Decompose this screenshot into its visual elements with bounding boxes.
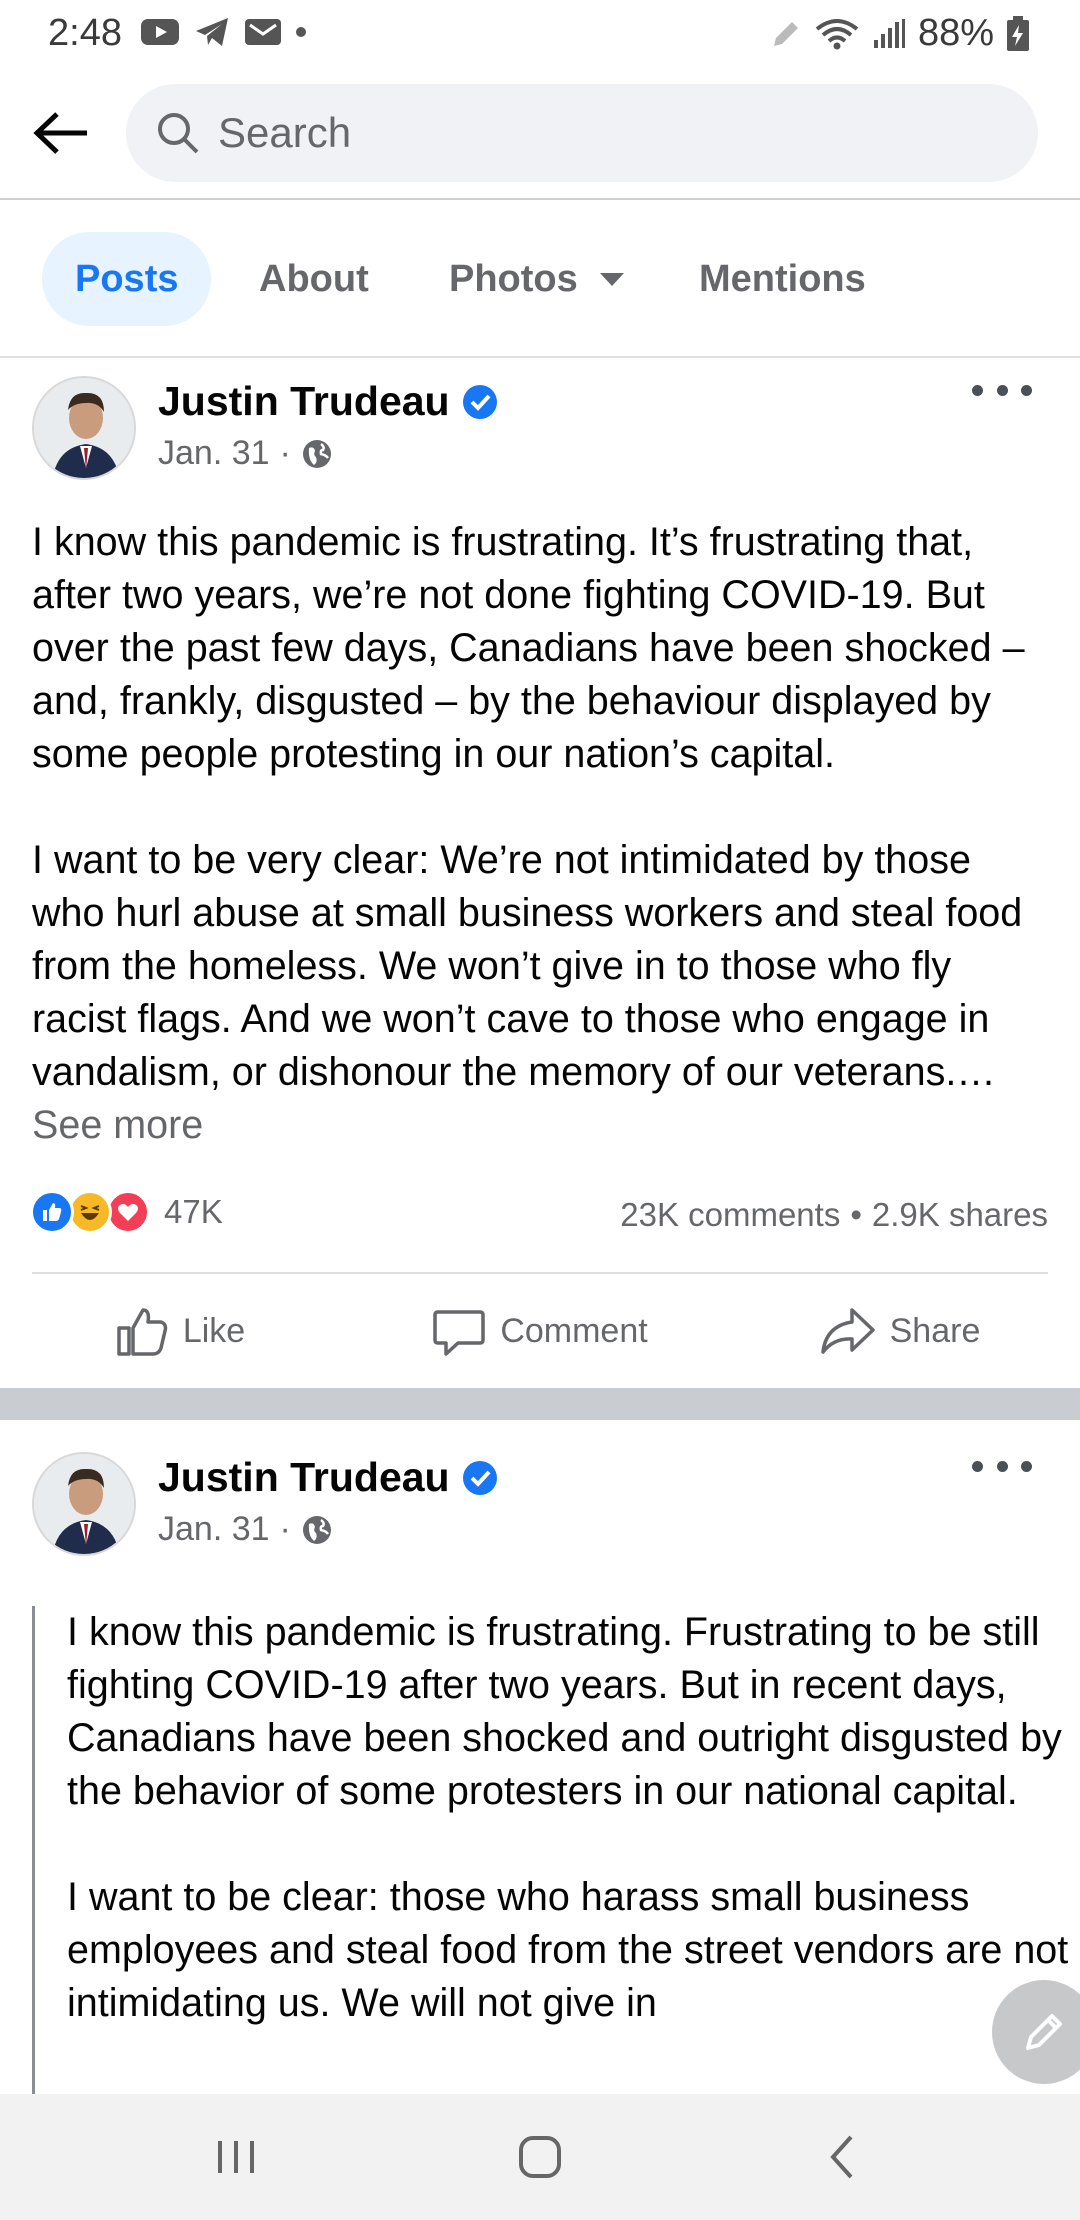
- post-meta: Jan. 31 ·: [158, 434, 333, 473]
- battery-icon: [1007, 15, 1029, 51]
- reaction-summary[interactable]: 47K: [30, 1190, 223, 1234]
- post-paragraph-last: I want to be very clear: We’re not intim…: [32, 834, 1052, 1152]
- youtube-icon: [141, 19, 179, 45]
- avatar[interactable]: [32, 376, 136, 480]
- see-more-link[interactable]: See more: [32, 1103, 203, 1147]
- dot: [972, 384, 983, 396]
- post-date[interactable]: Jan. 31: [158, 1510, 270, 1549]
- pen-icon: [773, 21, 798, 46]
- post-meta: Jan. 31 ·: [158, 1510, 333, 1549]
- tab-label: Photos: [449, 257, 578, 300]
- back-nav-button[interactable]: [802, 2124, 882, 2190]
- comments-count[interactable]: 23K comments: [620, 1196, 840, 1234]
- shares-count[interactable]: 2.9K shares: [872, 1196, 1048, 1234]
- search-icon: [158, 113, 199, 154]
- feed-separator: [0, 1388, 1080, 1420]
- like-button[interactable]: Like: [0, 1276, 360, 1386]
- globe-icon: [302, 1515, 331, 1544]
- profile-tabs: Posts About Photos Mentions: [0, 200, 1080, 358]
- tab-label: Posts: [75, 257, 179, 300]
- quote-paragraph: I know this pandemic is frustrating. Fru…: [67, 1610, 1062, 1813]
- caret-down-icon: [599, 272, 624, 286]
- comment-button[interactable]: Comment: [360, 1276, 720, 1386]
- tab-about[interactable]: About: [226, 232, 402, 326]
- engagement-counts: 23K comments • 2.9K shares: [620, 1196, 1048, 1234]
- dot: [972, 1460, 983, 1472]
- action-bar: Like Comment Share: [0, 1276, 1080, 1386]
- system-nav-bar: [0, 2094, 1080, 2220]
- battery-percent: 88%: [917, 12, 994, 54]
- search-input[interactable]: [218, 109, 978, 157]
- meta-separator: ·: [279, 434, 291, 472]
- mail-icon: [245, 19, 281, 45]
- header: [0, 66, 1080, 200]
- system-icons: 88%: [770, 12, 1030, 55]
- author-name[interactable]: Justin Trudeau: [158, 378, 450, 425]
- home-icon: [519, 2136, 561, 2178]
- tab-photos[interactable]: Photos: [416, 232, 657, 326]
- author-name[interactable]: Justin Trudeau: [158, 1454, 450, 1501]
- share-label: Share: [889, 1311, 981, 1350]
- recent-apps-icon: [218, 2141, 254, 2173]
- pencil-icon: [1026, 2014, 1062, 2050]
- tab-mentions[interactable]: Mentions: [666, 232, 899, 326]
- back-button[interactable]: [28, 100, 94, 166]
- like-reaction-icon: [30, 1190, 74, 1234]
- search-bar[interactable]: [126, 84, 1038, 182]
- post-paragraph: I know this pandemic is frustrating. It’…: [32, 520, 1025, 776]
- profile-photo-icon: [34, 378, 134, 478]
- share-button[interactable]: Share: [720, 1276, 1080, 1386]
- status-bar: 2:48 88%: [0, 0, 1080, 66]
- author-row: Justin Trudeau: [158, 1454, 498, 1501]
- post-date[interactable]: Jan. 31: [158, 434, 270, 473]
- comment-label: Comment: [500, 1311, 648, 1350]
- profile-photo-icon: [34, 1454, 134, 1554]
- haha-reaction-icon: [68, 1190, 112, 1234]
- tab-label: Mentions: [699, 257, 866, 300]
- status-time: 2:48: [48, 12, 122, 54]
- avatar[interactable]: [32, 1452, 136, 1556]
- reaction-count: 47K: [164, 1193, 223, 1230]
- dot: [996, 1460, 1008, 1472]
- globe-icon: [302, 439, 331, 468]
- author-row: Justin Trudeau: [158, 378, 498, 425]
- wifi-icon: [815, 18, 859, 49]
- dot: [1021, 384, 1032, 396]
- notification-icons: [140, 16, 306, 48]
- meta-separator: ·: [279, 1510, 291, 1548]
- bullet-separator: •: [850, 1196, 862, 1233]
- chevron-left-icon: [830, 2135, 853, 2179]
- dot: [996, 384, 1008, 396]
- post-paragraph-text: I want to be very clear: We’re not intim…: [32, 838, 1023, 1094]
- more-options-button[interactable]: [972, 370, 1032, 410]
- love-reaction-icon: [106, 1190, 150, 1234]
- post-card: Justin Trudeau Jan. 31 · I know this pan…: [0, 360, 1080, 1388]
- like-label: Like: [182, 1311, 246, 1350]
- arrow-left-icon: [33, 112, 87, 154]
- post-text: I know this pandemic is frustrating. It’…: [32, 516, 1052, 1152]
- share-arrow-icon: [820, 1308, 875, 1354]
- speech-bubble-icon: [433, 1310, 486, 1356]
- dot-icon: [296, 27, 306, 37]
- tab-label: About: [259, 257, 369, 300]
- verified-badge-icon: [462, 1460, 497, 1495]
- quoted-text: I know this pandemic is frustrating. Fru…: [32, 1606, 1072, 2100]
- tab-posts[interactable]: Posts: [42, 232, 212, 326]
- divider: [32, 1272, 1048, 1274]
- more-options-button[interactable]: [972, 1446, 1032, 1486]
- recent-apps-button[interactable]: [196, 2124, 276, 2190]
- quote-paragraph: I want to be clear: those who harass sma…: [67, 1875, 1069, 2025]
- verified-badge-icon: [462, 384, 497, 419]
- thumbs-up-icon: [117, 1308, 168, 1356]
- telegram-icon: [196, 18, 228, 46]
- signal-icon: [873, 18, 905, 48]
- dot: [1021, 1460, 1032, 1472]
- home-button[interactable]: [500, 2124, 580, 2190]
